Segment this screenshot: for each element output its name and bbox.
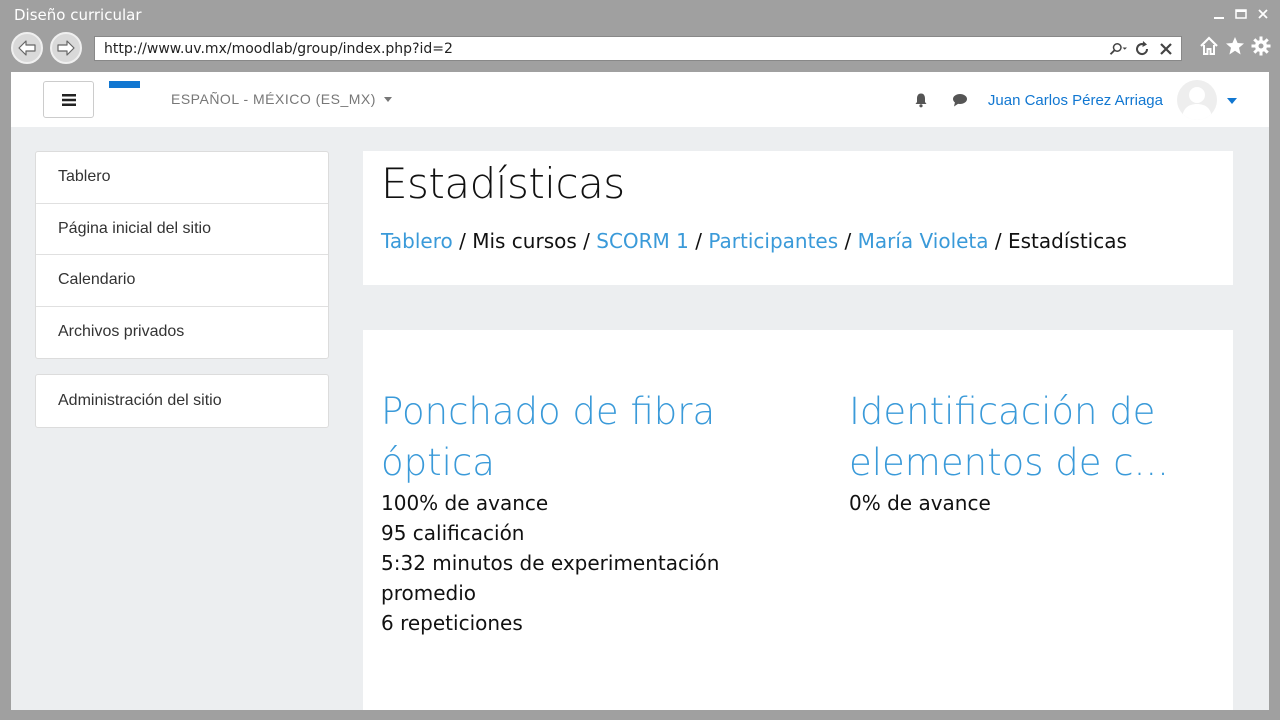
sidebar-item-pagina-inicial[interactable]: Página inicial del sitio bbox=[36, 204, 328, 255]
maximize-icon[interactable] bbox=[1232, 5, 1250, 23]
breadcrumb-separator: / bbox=[994, 229, 1002, 253]
user-name-link[interactable]: Juan Carlos Pérez Arriaga bbox=[988, 92, 1163, 109]
forward-arrow-icon bbox=[57, 40, 75, 56]
activity-stat: Ponchado de fibra óptica 100% de avance … bbox=[381, 386, 801, 638]
sidebar-item-calendario[interactable]: Calendario bbox=[36, 255, 328, 307]
user-area: Juan Carlos Pérez Arriaga bbox=[910, 80, 1237, 120]
window-controls bbox=[1210, 5, 1272, 23]
breadcrumb-participantes[interactable]: Participantes bbox=[708, 229, 838, 253]
site-logo-tab bbox=[109, 81, 140, 88]
browser-toolbar: http://www.uv.mx/moodlab/group/index.php… bbox=[0, 30, 1280, 72]
sidebar-item-archivos-privados[interactable]: Archivos privados bbox=[36, 307, 328, 359]
chat-bubble-icon[interactable] bbox=[949, 89, 971, 111]
avg-time-text: 5:32 minutos de experimentación promedio bbox=[381, 551, 720, 605]
chevron-down-icon bbox=[383, 96, 392, 102]
browser-actions bbox=[1198, 35, 1272, 57]
activity-title-link[interactable]: Identificación de elementos de c... bbox=[849, 386, 1209, 488]
user-menu-caret-icon[interactable] bbox=[1227, 98, 1237, 104]
page-viewport: ESPAÑOL - MÉXICO (ES_MX) Juan Carlos Pér… bbox=[11, 72, 1269, 710]
url-text[interactable]: http://www.uv.mx/moodlab/group/index.php… bbox=[95, 41, 1109, 57]
breadcrumb-mis-cursos: Mis cursos bbox=[472, 229, 577, 253]
breadcrumb-separator: / bbox=[844, 229, 852, 253]
search-icon[interactable] bbox=[1109, 40, 1127, 58]
page-title: Estadísticas bbox=[381, 159, 625, 208]
hamburger-icon bbox=[61, 93, 76, 106]
repetitions-text: 6 repeticiones bbox=[381, 611, 523, 635]
language-selector[interactable]: ESPAÑOL - MÉXICO (ES_MX) bbox=[171, 91, 392, 107]
refresh-icon[interactable] bbox=[1133, 40, 1151, 58]
activity-title-link[interactable]: Ponchado de fibra óptica bbox=[381, 386, 801, 488]
language-label: ESPAÑOL - MÉXICO (ES_MX) bbox=[171, 91, 376, 107]
activity-stat: Identificación de elementos de c... 0% d… bbox=[849, 386, 1209, 518]
breadcrumb-separator: / bbox=[583, 229, 590, 253]
window-titlebar: Diseño curricular bbox=[0, 0, 1280, 30]
window-title: Diseño curricular bbox=[14, 6, 142, 24]
menu-toggle-button[interactable] bbox=[43, 81, 94, 118]
home-icon[interactable] bbox=[1198, 35, 1220, 57]
minimize-icon[interactable] bbox=[1210, 5, 1228, 23]
avatar[interactable] bbox=[1177, 80, 1217, 120]
sidebar-nav: Tablero Página inicial del sitio Calenda… bbox=[35, 151, 329, 359]
back-arrow-icon bbox=[18, 40, 36, 56]
sidebar-item-administracion[interactable]: Administración del sitio bbox=[36, 375, 328, 427]
breadcrumb-current: Estadísticas bbox=[1008, 229, 1127, 253]
progress-text: 0% de avance bbox=[849, 491, 991, 515]
site-header: ESPAÑOL - MÉXICO (ES_MX) Juan Carlos Pér… bbox=[11, 72, 1269, 127]
breadcrumb: Tablero / Mis cursos / SCORM 1 / Partici… bbox=[381, 229, 1127, 253]
star-icon[interactable] bbox=[1224, 35, 1246, 57]
sidebar-admin-block: Administración del sitio bbox=[35, 374, 329, 428]
breadcrumb-tablero[interactable]: Tablero bbox=[381, 229, 453, 253]
page-header-card: Estadísticas Tablero / Mis cursos / SCOR… bbox=[363, 151, 1233, 285]
address-bar[interactable]: http://www.uv.mx/moodlab/group/index.php… bbox=[94, 36, 1182, 61]
grade-text: 95 calificación bbox=[381, 521, 525, 545]
forward-button[interactable] bbox=[50, 32, 82, 64]
bell-icon[interactable] bbox=[910, 89, 932, 111]
progress-text: 100% de avance bbox=[381, 491, 549, 515]
stop-icon[interactable] bbox=[1157, 40, 1175, 58]
statistics-card: Ponchado de fibra óptica 100% de avance … bbox=[363, 330, 1233, 710]
back-button[interactable] bbox=[11, 32, 43, 64]
breadcrumb-scorm[interactable]: SCORM 1 bbox=[596, 229, 689, 253]
gear-icon[interactable] bbox=[1250, 35, 1272, 57]
breadcrumb-separator: / bbox=[459, 229, 466, 253]
breadcrumb-maria-violeta[interactable]: María Violeta bbox=[858, 229, 989, 253]
breadcrumb-separator: / bbox=[695, 229, 702, 253]
close-window-icon[interactable] bbox=[1254, 5, 1272, 23]
sidebar-item-tablero[interactable]: Tablero bbox=[36, 152, 328, 204]
